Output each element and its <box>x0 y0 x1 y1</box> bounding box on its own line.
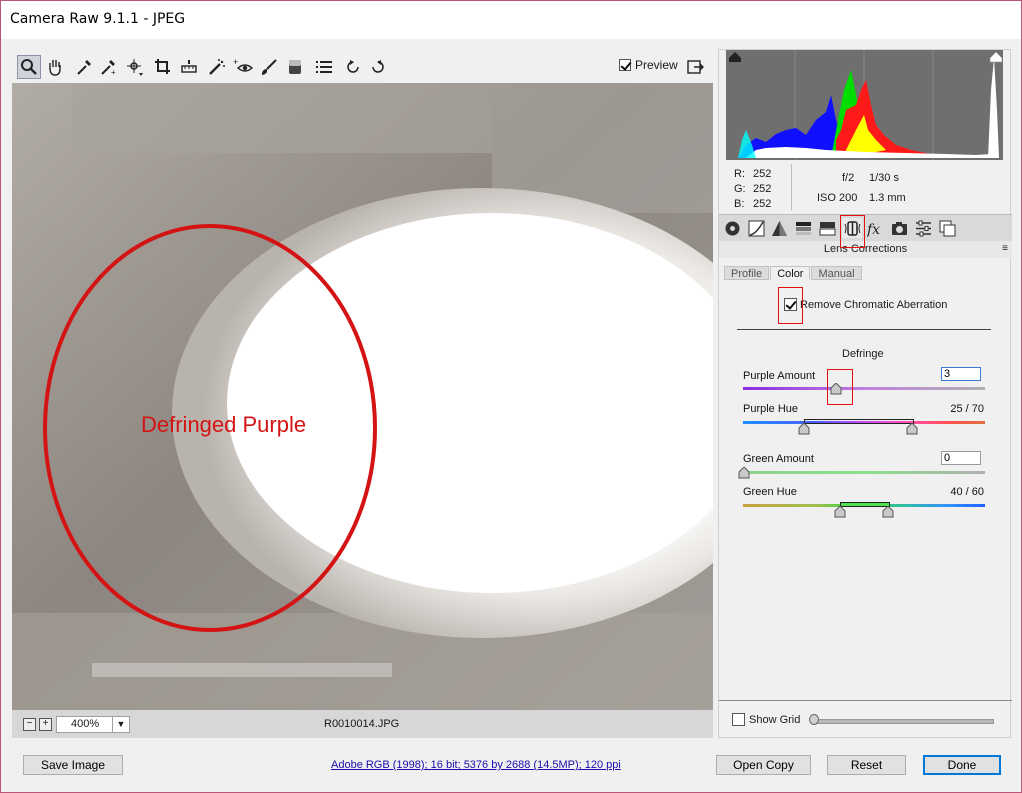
aperture-value: f/2 <box>842 172 855 184</box>
show-grid-checkbox[interactable] <box>732 713 745 726</box>
purple-hue-value: 25 / 70 <box>950 403 984 415</box>
rotate-cw-icon[interactable] <box>366 55 390 79</box>
highlight-remove-ca <box>778 287 803 324</box>
histogram <box>726 50 1003 160</box>
zoom-value: 400% <box>71 718 100 730</box>
preview-toggle[interactable]: Preview <box>619 58 678 72</box>
hsl-grayscale-icon[interactable] <box>793 218 813 238</box>
tab-color[interactable]: Color <box>770 266 811 280</box>
lens-subtabs: Profile Color Manual <box>724 266 863 280</box>
svg-text:+: + <box>111 68 116 77</box>
panel-title: Lens Corrections <box>823 243 908 255</box>
open-copy-button[interactable]: Open Copy <box>716 755 811 775</box>
crop-tool-icon[interactable] <box>151 55 175 79</box>
spot-removal-tool-icon[interactable] <box>205 55 229 79</box>
effects-fx-icon[interactable]: fx <box>865 218 885 238</box>
image-preview[interactable]: Defringed Purple <box>12 83 713 710</box>
detail-triangle-icon[interactable] <box>769 218 789 238</box>
green-hue-label: Green Hue <box>743 486 797 498</box>
shutter-value: 1/30 s <box>869 172 899 184</box>
annotation-label: Defringed Purple <box>141 412 307 437</box>
zoom-select[interactable]: 400% ▼ <box>56 716 130 733</box>
color-sampler-tool-icon[interactable]: + <box>96 55 120 79</box>
separator <box>737 329 991 330</box>
r-value: 252 <box>753 168 772 180</box>
purple-amount-label: Purple Amount <box>743 370 816 382</box>
purple-amount-input[interactable] <box>941 367 981 381</box>
straighten-tool-icon[interactable] <box>177 55 201 79</box>
right-panel: R: 252 G: 252 B: 252 f/2 1/30 s ISO 200 … <box>718 49 1012 738</box>
show-grid-toggle[interactable]: Show Grid <box>732 713 800 726</box>
purple-amount-slider[interactable] <box>743 387 985 390</box>
file-name: R0010014.JPG <box>324 718 400 730</box>
window-title: Camera Raw 9.1.1 - JPEG <box>10 11 186 27</box>
info-readout: R: 252 G: 252 B: 252 f/2 1/30 s ISO 200 … <box>719 162 1012 214</box>
g-label: G: <box>734 183 746 195</box>
preview-checkbox[interactable] <box>619 59 631 71</box>
purple-hue-label: Purple Hue <box>743 403 799 415</box>
green-amount-slider[interactable] <box>743 471 985 474</box>
svg-text:+: + <box>233 57 238 67</box>
zoom-tool-icon[interactable] <box>17 55 41 79</box>
graduated-filter-tool-icon[interactable] <box>283 55 307 79</box>
show-grid-label: Show Grid <box>749 713 801 726</box>
save-image-button[interactable]: Save Image <box>23 755 123 775</box>
image-status-bar: − + 400% ▼ R0010014.JPG <box>12 710 713 738</box>
panel-header: Lens Corrections ≡ <box>719 241 1012 258</box>
camera-raw-window: Camera Raw 9.1.1 - JPEG + + Preview Defr… <box>0 0 1022 793</box>
red-eye-removal-tool-icon[interactable]: + <box>231 55 255 79</box>
green-amount-label: Green Amount <box>743 453 814 465</box>
hand-tool-icon[interactable] <box>43 55 67 79</box>
fullscreen-toggle-icon[interactable] <box>683 55 707 79</box>
preview-label: Preview <box>635 58 678 72</box>
workflow-options-link[interactable]: Adobe RGB (1998); 16 bit; 5376 by 2688 (… <box>331 759 621 771</box>
presets-sliders-icon[interactable] <box>913 218 933 238</box>
g-value: 252 <box>753 183 772 195</box>
targeted-adjustment-tool-icon[interactable] <box>123 55 147 79</box>
tone-curve-icon[interactable] <box>746 218 766 238</box>
b-value: 252 <box>753 198 772 210</box>
camera-calibration-icon[interactable] <box>889 218 909 238</box>
title-bar: Camera Raw 9.1.1 - JPEG <box>1 1 1021 39</box>
zoom-out-button[interactable]: − <box>23 718 36 731</box>
grid-separator <box>719 700 1012 701</box>
zoom-in-button[interactable]: + <box>39 718 52 731</box>
grid-size-thumb[interactable] <box>809 714 819 725</box>
tab-profile[interactable]: Profile <box>724 266 770 280</box>
tab-manual[interactable]: Manual <box>811 266 862 280</box>
panel-menu-icon[interactable]: ≡ <box>1002 241 1008 257</box>
b-label: B: <box>734 198 745 210</box>
split-toning-icon[interactable] <box>817 218 837 238</box>
white-balance-tool-icon[interactable] <box>72 55 96 79</box>
svg-text:fx: fx <box>867 222 880 237</box>
photo-preview-image <box>12 83 713 710</box>
defringe-title: Defringe <box>842 348 884 360</box>
highlight-lens-tab <box>840 215 865 248</box>
grid-size-slider[interactable] <box>812 719 994 724</box>
iso-value: ISO 200 <box>817 192 858 204</box>
highlight-purple-amount <box>827 369 853 405</box>
preferences-list-icon[interactable] <box>312 55 336 79</box>
panel-tab-strip: fx <box>719 214 1012 242</box>
snapshots-icon[interactable] <box>937 218 957 238</box>
chevron-down-icon[interactable]: ▼ <box>112 717 129 732</box>
basic-aperture-icon[interactable] <box>722 218 742 238</box>
r-label: R: <box>734 168 745 180</box>
remove-ca-toggle[interactable]: Remove Chromatic Aberration <box>784 298 947 311</box>
rotate-ccw-icon[interactable] <box>341 55 365 79</box>
focal-length-value: 1.3 mm <box>869 192 906 204</box>
toolbar: + + Preview <box>12 50 713 83</box>
purple-hue-range <box>804 419 914 424</box>
readout-divider <box>791 164 792 210</box>
remove-ca-label: Remove Chromatic Aberration <box>800 298 948 311</box>
green-hue-value: 40 / 60 <box>950 486 984 498</box>
reset-button[interactable]: Reset <box>827 755 906 775</box>
green-amount-input[interactable] <box>941 451 981 465</box>
adjustment-brush-tool-icon[interactable] <box>257 55 281 79</box>
done-button[interactable]: Done <box>923 755 1001 775</box>
